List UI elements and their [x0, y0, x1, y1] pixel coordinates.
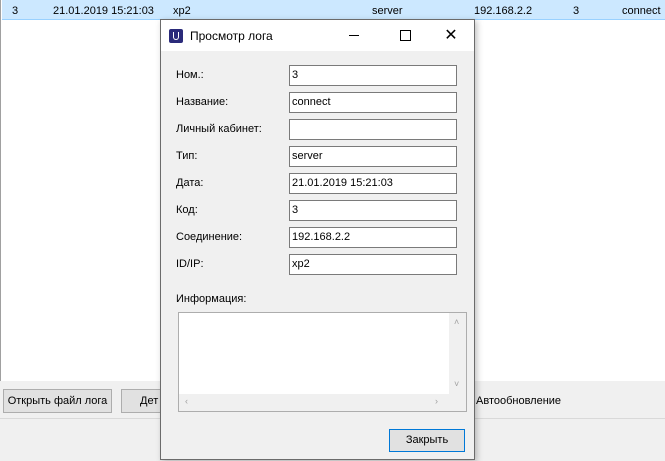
- dialog-title: Просмотр лога: [190, 29, 273, 43]
- num-field[interactable]: 3: [289, 65, 457, 86]
- auto-refresh-label[interactable]: Автообновление: [476, 395, 561, 407]
- label-connection: Соединение:: [176, 231, 243, 243]
- dialog-titlebar[interactable]: Просмотр лога ✕: [161, 20, 474, 51]
- vertical-scrollbar[interactable]: ˄ ˅: [449, 313, 466, 395]
- maximize-button[interactable]: [382, 20, 428, 51]
- scroll-right-icon[interactable]: ›: [435, 396, 438, 406]
- log-row-selected[interactable]: 3 21.01.2019 15:21:03 xp2 server 192.168…: [2, 0, 665, 20]
- label-id-ip: ID/IP:: [176, 258, 204, 270]
- app-icon: [169, 29, 183, 43]
- account-field[interactable]: [289, 119, 457, 140]
- id-ip-field[interactable]: xp2: [289, 254, 457, 275]
- cell-ip: 192.168.2.2: [474, 5, 533, 17]
- cell-num: 3: [12, 5, 19, 17]
- name-field[interactable]: connect: [289, 92, 457, 113]
- cell-date: 21.01.2019 15:21:03: [53, 5, 154, 17]
- cell-name: connect: [622, 5, 661, 17]
- cell-code: 3: [573, 5, 580, 17]
- minimize-icon: [349, 35, 359, 36]
- code-field[interactable]: 3: [289, 200, 457, 221]
- scroll-corner: [449, 394, 466, 411]
- label-date: Дата:: [176, 177, 204, 189]
- connection-field[interactable]: 192.168.2.2: [289, 227, 457, 248]
- close-icon: ✕: [444, 27, 458, 44]
- label-name: Название:: [176, 96, 229, 108]
- info-textarea[interactable]: ˄ ˅ ‹ ›: [178, 312, 467, 412]
- cell-id: xp2: [173, 5, 191, 17]
- close-button[interactable]: Закрыть: [389, 429, 465, 452]
- close-window-button[interactable]: ✕: [428, 20, 474, 51]
- cell-type: server: [372, 5, 403, 17]
- minimize-button[interactable]: [331, 20, 377, 51]
- label-code: Код:: [176, 204, 198, 216]
- scroll-down-icon[interactable]: ˅: [454, 379, 459, 389]
- label-account: Личный кабинет:: [176, 123, 262, 135]
- label-type: Тип:: [176, 150, 198, 162]
- label-num: Ном.:: [176, 69, 204, 81]
- log-view-dialog: Просмотр лога ✕ Ном.: 3 Название: connec…: [160, 19, 475, 460]
- scroll-up-icon[interactable]: ˄: [454, 317, 459, 327]
- scroll-left-icon[interactable]: ‹: [185, 396, 188, 406]
- label-info: Информация:: [176, 293, 247, 305]
- maximize-icon: [400, 30, 411, 41]
- horizontal-scrollbar[interactable]: ‹ ›: [179, 394, 449, 411]
- date-field[interactable]: 21.01.2019 15:21:03: [289, 173, 457, 194]
- open-log-file-button[interactable]: Открыть файл лога: [3, 389, 112, 413]
- details-button[interactable]: Дет: [121, 389, 161, 413]
- type-field[interactable]: server: [289, 146, 457, 167]
